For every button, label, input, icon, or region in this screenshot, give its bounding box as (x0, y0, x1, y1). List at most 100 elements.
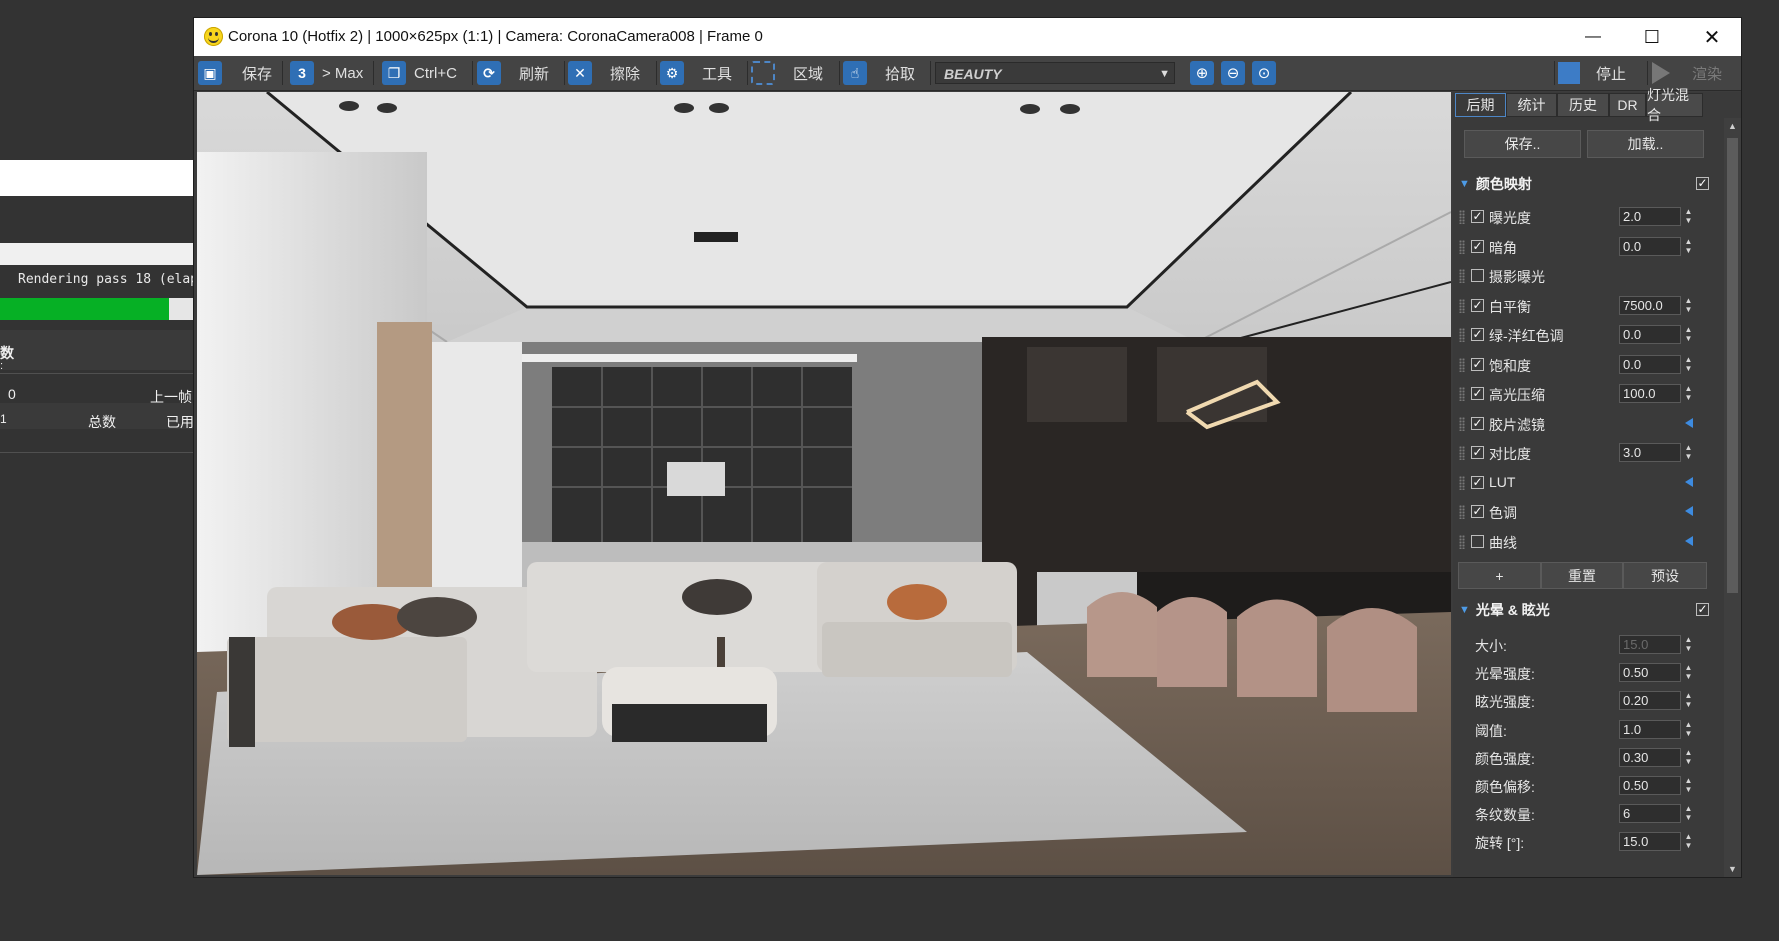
expand-arrow-icon[interactable] (1685, 535, 1693, 546)
spinner-arrows-icon[interactable]: ▲ ▼ (1683, 237, 1694, 256)
operator-checkbox[interactable]: ✓ (1471, 328, 1484, 341)
tools-button[interactable]: ⚙ 工具 (660, 59, 732, 87)
operator-value-input[interactable]: 7500.0 (1619, 295, 1681, 315)
tone-mapping-enable-checkbox[interactable]: ✓ (1696, 177, 1709, 190)
spinner-arrows-icon[interactable]: ▲ ▼ (1683, 720, 1694, 739)
spinner-arrows-icon[interactable]: ▲ ▼ (1683, 776, 1694, 795)
operator-value-input[interactable]: 100.0 (1619, 384, 1681, 403)
bloom-param-label: 颜色偏移: (1475, 779, 1535, 795)
drag-handle-icon[interactable] (1459, 210, 1465, 224)
operator-checkbox[interactable]: ✓ (1471, 446, 1484, 459)
drag-handle-icon[interactable] (1459, 239, 1465, 254)
bloom-param-input[interactable]: 1.0 (1619, 719, 1681, 739)
tab-lightmix[interactable]: 灯光混合 (1646, 87, 1703, 123)
panel-scrollbar[interactable]: ▲ ▼ (1724, 118, 1741, 877)
pick-button[interactable]: ☝ 拾取 (843, 59, 915, 87)
drag-handle-icon[interactable] (1459, 269, 1465, 283)
reset-button[interactable]: 重置 (1541, 562, 1623, 589)
operator-checkbox[interactable] (1471, 269, 1484, 282)
background-input-field[interactable] (0, 160, 194, 196)
render-element-dropdown[interactable]: BEAUTY ▼ (935, 62, 1175, 84)
operator-checkbox[interactable]: ✓ (1471, 210, 1484, 223)
spinner-arrows-icon[interactable]: ▲ ▼ (1683, 748, 1694, 767)
drag-handle-icon[interactable] (1459, 475, 1465, 490)
minimize-button[interactable]: — (1564, 18, 1622, 56)
operator-checkbox[interactable]: ✓ (1471, 298, 1484, 312)
save-settings-button[interactable]: 保存.. (1464, 130, 1581, 158)
operator-value-input[interactable]: 2.0 (1619, 207, 1681, 226)
hand-pointer-icon: ☝ (843, 61, 867, 85)
spinner-arrows-icon[interactable]: ▲ ▼ (1683, 443, 1694, 462)
drag-handle-icon[interactable] (1459, 446, 1465, 460)
spinner-arrows-icon[interactable]: ▲ ▼ (1683, 325, 1694, 344)
tab-post[interactable]: 后期 (1455, 93, 1506, 117)
region-button[interactable]: 区域 (751, 59, 823, 87)
drag-handle-icon[interactable] (1459, 534, 1465, 549)
bloom-param-input[interactable]: 15.0 (1619, 635, 1681, 654)
expand-arrow-icon[interactable] (1685, 417, 1693, 428)
drag-handle-icon[interactable] (1459, 416, 1465, 431)
rendered-living-room-image (197, 92, 1451, 875)
close-button[interactable]: ✕ (1683, 18, 1741, 56)
refresh-button[interactable]: ⟳ 刷新 (477, 59, 549, 87)
spinner-arrows-icon[interactable]: ▲ ▼ (1683, 355, 1694, 374)
spinner-arrows-icon[interactable]: ▲ ▼ (1683, 296, 1694, 315)
spinner-arrows-icon[interactable]: ▲ ▼ (1683, 635, 1694, 654)
zoom-fit-icon[interactable]: ⊙ (1252, 61, 1276, 85)
scroll-down-icon[interactable]: ▼ (1724, 861, 1741, 877)
bloom-param-input[interactable]: 0.50 (1619, 776, 1681, 795)
stop-button[interactable]: 停止 (1558, 59, 1626, 87)
scroll-up-icon[interactable]: ▲ (1724, 118, 1741, 134)
save-button[interactable]: ▣ 保存 (198, 59, 272, 87)
drag-handle-icon[interactable] (1459, 505, 1465, 519)
operator-checkbox[interactable]: ✓ (1471, 416, 1484, 430)
drag-handle-icon[interactable] (1459, 357, 1465, 372)
zoom-out-icon[interactable]: ⊖ (1221, 61, 1245, 85)
operator-checkbox[interactable]: ✓ (1471, 475, 1484, 489)
bloom-glare-enable-checkbox[interactable]: ✓ (1696, 603, 1709, 616)
bloom-glare-header[interactable]: ▼ 光晕 & 眩光 (1459, 598, 1720, 622)
drag-handle-icon[interactable] (1459, 298, 1465, 313)
title-bar[interactable]: Corona 10 (Hotfix 2) | 1000×625px (1:1) … (194, 18, 1741, 56)
spinner-arrows-icon[interactable]: ▲ ▼ (1683, 384, 1694, 403)
render-viewport[interactable] (197, 92, 1451, 875)
spinner-arrows-icon[interactable]: ▲ ▼ (1683, 832, 1694, 851)
add-operator-button[interactable]: + (1458, 562, 1541, 589)
bloom-param-input[interactable]: 15.0 (1619, 832, 1681, 852)
tab-history[interactable]: 历史 (1557, 93, 1609, 117)
send-to-max-button[interactable]: 3 > Max (290, 59, 363, 87)
drag-handle-icon[interactable] (1459, 387, 1465, 401)
tab-dr[interactable]: DR (1609, 93, 1646, 117)
drag-handle-icon[interactable] (1459, 328, 1465, 342)
operator-checkbox[interactable]: ✓ (1471, 387, 1484, 400)
expand-arrow-icon[interactable] (1685, 476, 1693, 487)
render-button[interactable]: 渲染 (1652, 59, 1722, 87)
tab-stats[interactable]: 统计 (1506, 93, 1557, 117)
scroll-thumb[interactable] (1727, 138, 1738, 593)
operator-checkbox[interactable]: ✓ (1471, 357, 1484, 371)
expand-arrow-icon[interactable] (1685, 506, 1693, 516)
operator-value-input[interactable]: 0.0 (1619, 354, 1681, 374)
maximize-button[interactable]: ☐ (1623, 18, 1681, 56)
spinner-arrows-icon[interactable]: ▲ ▼ (1683, 804, 1694, 823)
spinner-arrows-icon[interactable]: ▲ ▼ (1683, 691, 1694, 710)
operator-value-input[interactable]: 0.0 (1619, 325, 1681, 344)
load-settings-button[interactable]: 加载.. (1587, 130, 1704, 158)
preset-button[interactable]: 预设 (1623, 562, 1707, 589)
bloom-param-input[interactable]: 0.50 (1619, 663, 1681, 683)
operator-checkbox[interactable] (1471, 534, 1484, 548)
tone-mapping-row: ✓ 胶片滤镜 (1457, 411, 1720, 437)
tone-mapping-header[interactable]: ▼ 颜色映射 (1459, 172, 1720, 196)
bloom-param-input[interactable]: 0.30 (1619, 747, 1681, 767)
zoom-in-icon[interactable]: ⊕ (1190, 61, 1214, 85)
clear-button[interactable]: ✕ 擦除 (568, 59, 640, 87)
operator-value-input[interactable]: 0.0 (1619, 236, 1681, 256)
operator-checkbox[interactable]: ✓ (1471, 239, 1484, 253)
spinner-arrows-icon[interactable]: ▲ ▼ (1683, 663, 1694, 682)
operator-checkbox[interactable]: ✓ (1471, 505, 1484, 518)
bloom-param-input[interactable]: 0.20 (1619, 691, 1681, 711)
copy-button[interactable]: ❐ Ctrl+C (382, 59, 457, 87)
bloom-param-input[interactable]: 6 (1619, 804, 1681, 824)
operator-value-input[interactable]: 3.0 (1619, 443, 1681, 462)
spinner-arrows-icon[interactable]: ▲ ▼ (1683, 207, 1694, 226)
